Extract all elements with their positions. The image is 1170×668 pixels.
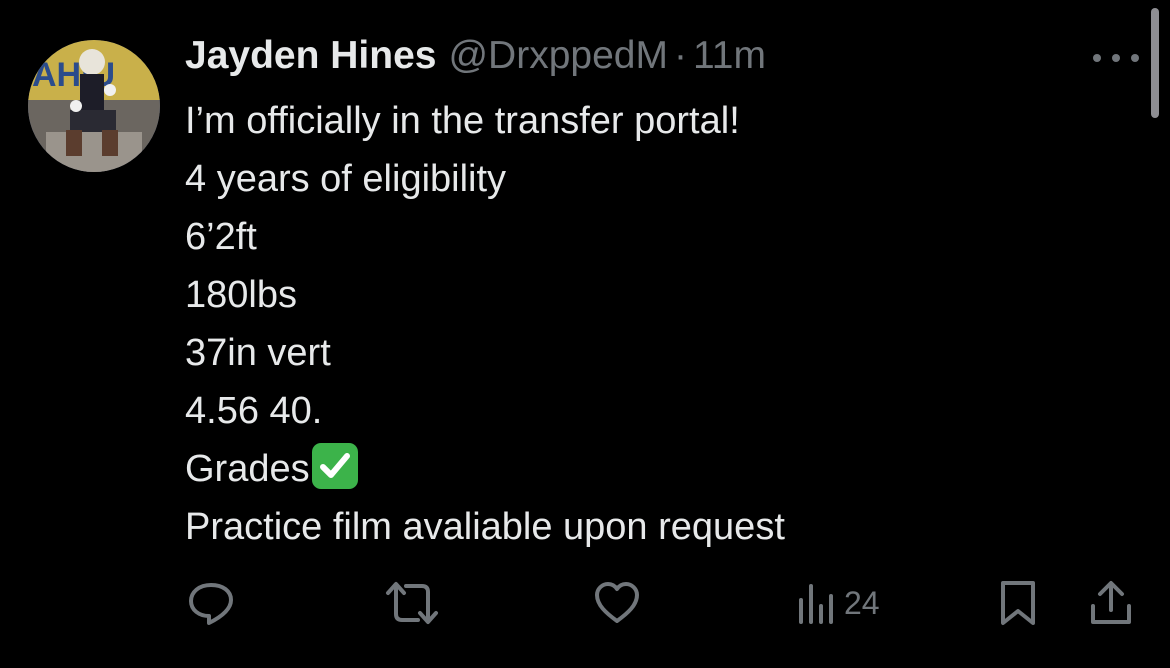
retweet-icon [386, 582, 438, 624]
tweet-line: 37in vert [185, 332, 331, 374]
tweet-line: 4 years of eligibility [185, 158, 507, 200]
views-button[interactable]: 24 [796, 575, 880, 631]
bookmark-icon [1001, 581, 1035, 625]
bookmark-button[interactable] [998, 575, 1038, 631]
user-handle[interactable]: @DrxppedM [448, 34, 668, 78]
separator-dot: · [673, 34, 687, 77]
tweet[interactable]: AHIU Jayden Hines @DrxppedM · 11m I’m of… [0, 0, 1170, 668]
tweet-line: 4.56 40. [185, 390, 323, 432]
like-button[interactable] [592, 575, 642, 631]
views-icon [799, 584, 833, 624]
like-icon [595, 582, 639, 623]
reply-icon [189, 583, 233, 625]
reply-button[interactable] [186, 575, 236, 631]
retweet-button[interactable] [384, 575, 440, 631]
tweet-line: 6’2ft [185, 216, 257, 258]
avatar-image: AHIU [28, 40, 160, 172]
avatar[interactable]: AHIU [28, 40, 160, 172]
share-button[interactable] [1088, 575, 1134, 631]
tweet-line: 180lbs [185, 274, 297, 316]
share-icon [1091, 581, 1131, 624]
views-count: 24 [844, 584, 880, 621]
tweet-line: I’m officially in the transfer portal! [185, 100, 740, 142]
tweet-header: Jayden Hines @DrxppedM · 11m [185, 34, 766, 86]
tweet-line-grades: Grades [185, 440, 1125, 498]
tweet-text: I’m officially in the transfer portal! 4… [185, 92, 1125, 556]
action-bar: 24 [0, 575, 1170, 631]
check-mark-icon [311, 443, 358, 489]
display-name[interactable]: Jayden Hines [185, 34, 436, 78]
scrollbar[interactable] [1151, 8, 1159, 118]
grades-text: Grades [185, 448, 310, 490]
timestamp[interactable]: 11m [693, 34, 766, 78]
more-options-icon[interactable] [1093, 48, 1139, 68]
tweet-line: Practice film avaliable upon request [185, 506, 785, 548]
